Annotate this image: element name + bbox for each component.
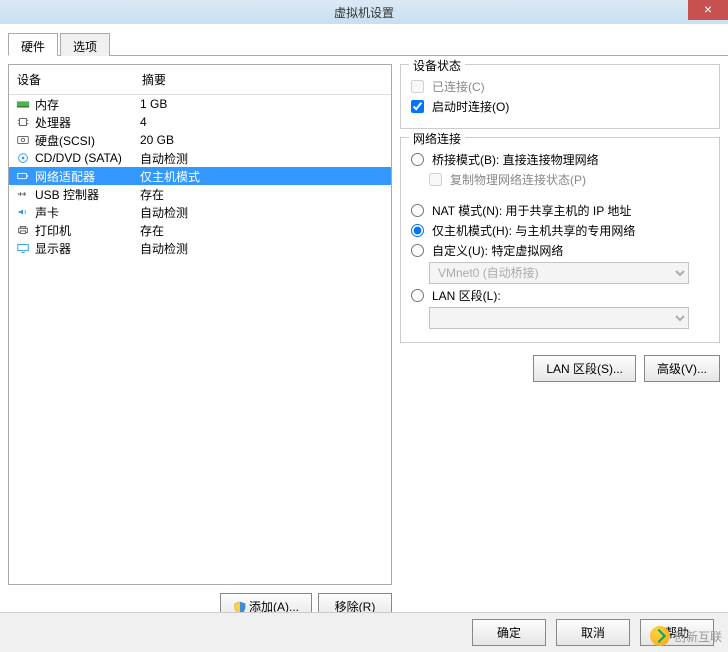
device-row[interactable]: 硬盘(SCSI)20 GB bbox=[9, 131, 391, 149]
network-connection-title: 网络连接 bbox=[409, 130, 465, 147]
replicate-label: 复制物理网络连接状态(P) bbox=[450, 171, 586, 188]
custom-radio-row[interactable]: 自定义(U): 特定虚拟网络 bbox=[411, 242, 709, 259]
device-row[interactable]: CD/DVD (SATA)自动检测 bbox=[9, 149, 391, 167]
bridged-radio[interactable] bbox=[411, 153, 424, 166]
device-row[interactable]: USB 控制器存在 bbox=[9, 185, 391, 203]
connect-poweron-checkbox[interactable] bbox=[411, 100, 424, 113]
hostonly-radio[interactable] bbox=[411, 224, 424, 237]
device-summary: 20 GB bbox=[140, 133, 174, 147]
device-summary: 自动检测 bbox=[140, 204, 188, 221]
device-status-group: 设备状态 已连接(C) 启动时连接(O) bbox=[400, 64, 720, 129]
bridged-radio-row[interactable]: 桥接模式(B): 直接连接物理网络 bbox=[411, 151, 709, 168]
hostonly-radio-row[interactable]: 仅主机模式(H): 与主机共享的专用网络 bbox=[411, 222, 709, 239]
connected-checkbox bbox=[411, 80, 424, 93]
device-list-box: 设备 摘要 内存1 GB处理器4硬盘(SCSI)20 GBCD/DVD (SAT… bbox=[8, 64, 392, 585]
usb-icon bbox=[15, 187, 31, 201]
titlebar: 虚拟机设置 × bbox=[0, 0, 728, 24]
window-title: 虚拟机设置 bbox=[334, 4, 394, 21]
right-panel: 设备状态 已连接(C) 启动时连接(O) 网络连接 桥接模式(B): 直接连接物… bbox=[400, 64, 720, 620]
connected-checkbox-row[interactable]: 已连接(C) bbox=[411, 78, 709, 95]
nat-radio-row[interactable]: NAT 模式(N): 用于共享主机的 IP 地址 bbox=[411, 202, 709, 219]
device-name: CD/DVD (SATA) bbox=[35, 151, 140, 165]
device-name: USB 控制器 bbox=[35, 186, 140, 203]
tab-options[interactable]: 选项 bbox=[60, 33, 110, 56]
device-row[interactable]: 内存1 GB bbox=[9, 95, 391, 113]
header-summary: 摘要 bbox=[142, 71, 166, 88]
sound-icon bbox=[15, 205, 31, 219]
device-row[interactable]: 网络适配器仅主机模式 bbox=[9, 167, 391, 185]
device-summary: 4 bbox=[140, 115, 147, 129]
lan-segment-radio[interactable] bbox=[411, 289, 424, 302]
device-summary: 1 GB bbox=[140, 97, 167, 111]
cd-icon bbox=[15, 151, 31, 165]
tab-strip: 硬件 选项 bbox=[8, 32, 728, 56]
printer-icon bbox=[15, 223, 31, 237]
hdd-icon bbox=[15, 133, 31, 147]
device-name: 网络适配器 bbox=[35, 168, 140, 185]
hostonly-label: 仅主机模式(H): 与主机共享的专用网络 bbox=[432, 222, 635, 239]
custom-network-select: VMnet0 (自动桥接) bbox=[429, 262, 689, 284]
custom-radio[interactable] bbox=[411, 244, 424, 257]
device-list-header: 设备 摘要 bbox=[9, 65, 391, 95]
device-status-title: 设备状态 bbox=[409, 57, 465, 74]
lan-segment-select-row bbox=[429, 307, 709, 329]
content-area: 设备 摘要 内存1 GB处理器4硬盘(SCSI)20 GBCD/DVD (SAT… bbox=[0, 56, 728, 628]
bridged-label: 桥接模式(B): 直接连接物理网络 bbox=[432, 151, 599, 168]
device-row[interactable]: 处理器4 bbox=[9, 113, 391, 131]
custom-label: 自定义(U): 特定虚拟网络 bbox=[432, 242, 563, 259]
device-row[interactable]: 声卡自动检测 bbox=[9, 203, 391, 221]
cancel-button[interactable]: 取消 bbox=[556, 619, 630, 646]
ok-button[interactable]: 确定 bbox=[472, 619, 546, 646]
device-summary: 存在 bbox=[140, 222, 164, 239]
memory-icon bbox=[15, 97, 31, 111]
nic-icon bbox=[15, 169, 31, 183]
custom-select-row: VMnet0 (自动桥接) bbox=[429, 262, 709, 284]
lan-segment-radio-row[interactable]: LAN 区段(L): bbox=[411, 287, 709, 304]
lan-segments-button[interactable]: LAN 区段(S)... bbox=[533, 355, 636, 382]
device-row[interactable]: 打印机存在 bbox=[9, 221, 391, 239]
footer: 确定 取消 帮助 bbox=[0, 612, 728, 652]
device-name: 处理器 bbox=[35, 114, 140, 131]
connect-poweron-row[interactable]: 启动时连接(O) bbox=[411, 98, 709, 115]
device-row[interactable]: 显示器自动检测 bbox=[9, 239, 391, 257]
device-list[interactable]: 内存1 GB处理器4硬盘(SCSI)20 GBCD/DVD (SATA)自动检测… bbox=[9, 95, 391, 584]
nat-label: NAT 模式(N): 用于共享主机的 IP 地址 bbox=[432, 202, 631, 219]
replicate-checkbox bbox=[429, 173, 442, 186]
lan-segment-select bbox=[429, 307, 689, 329]
device-name: 显示器 bbox=[35, 240, 140, 257]
device-summary: 自动检测 bbox=[140, 240, 188, 257]
connected-label: 已连接(C) bbox=[432, 78, 485, 95]
network-connection-group: 网络连接 桥接模式(B): 直接连接物理网络 复制物理网络连接状态(P) NAT… bbox=[400, 137, 720, 343]
display-icon bbox=[15, 241, 31, 255]
header-device: 设备 bbox=[17, 71, 142, 88]
device-summary: 存在 bbox=[140, 186, 164, 203]
connect-poweron-label: 启动时连接(O) bbox=[432, 98, 509, 115]
device-summary: 自动检测 bbox=[140, 150, 188, 167]
right-buttons: LAN 区段(S)... 高级(V)... bbox=[400, 355, 720, 382]
device-name: 内存 bbox=[35, 96, 140, 113]
lan-segment-label: LAN 区段(L): bbox=[432, 287, 501, 304]
device-summary: 仅主机模式 bbox=[140, 168, 200, 185]
cpu-icon bbox=[15, 115, 31, 129]
replicate-checkbox-row[interactable]: 复制物理网络连接状态(P) bbox=[429, 171, 709, 188]
advanced-button[interactable]: 高级(V)... bbox=[644, 355, 720, 382]
device-name: 硬盘(SCSI) bbox=[35, 132, 140, 149]
device-name: 打印机 bbox=[35, 222, 140, 239]
nat-radio[interactable] bbox=[411, 204, 424, 217]
device-name: 声卡 bbox=[35, 204, 140, 221]
close-button[interactable]: × bbox=[688, 0, 728, 20]
help-button[interactable]: 帮助 bbox=[640, 619, 714, 646]
tab-hardware[interactable]: 硬件 bbox=[8, 33, 58, 56]
left-panel: 设备 摘要 内存1 GB处理器4硬盘(SCSI)20 GBCD/DVD (SAT… bbox=[8, 64, 392, 620]
